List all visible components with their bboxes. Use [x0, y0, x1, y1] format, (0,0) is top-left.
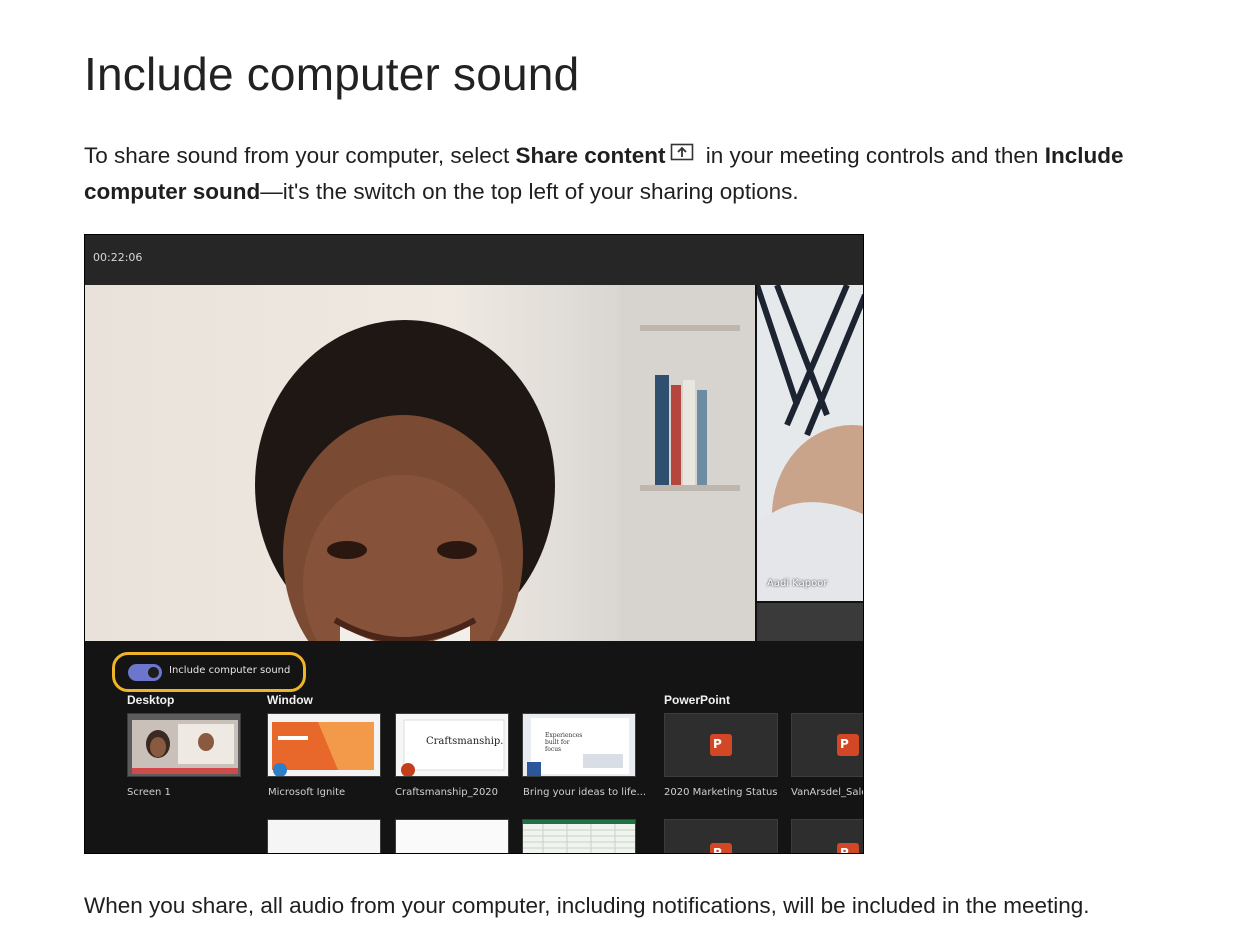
- word-doc-heading: Experiences built for focus: [545, 732, 583, 753]
- window-tile-caption-ignite: Microsoft Ignite: [268, 787, 346, 798]
- window-tile-ignite[interactable]: [267, 713, 381, 777]
- main-video-feed: [85, 285, 755, 641]
- side-video-feed: Aadi Kapoor: [757, 285, 863, 601]
- intro-paragraph: To share sound from your computer, selec…: [84, 138, 1224, 210]
- include-computer-sound-switch[interactable]: [128, 664, 162, 681]
- share-content-label: Share content: [515, 143, 666, 168]
- intro-text-2: in your meeting controls and then: [699, 143, 1045, 168]
- powerpoint-icon: P: [837, 734, 859, 756]
- outro-paragraph: When you share, all audio from your comp…: [84, 893, 1090, 918]
- switch-knob: [148, 667, 159, 678]
- window-tile-caption-word: Bring your ideas to life...: [523, 787, 645, 798]
- participant-video: [255, 285, 755, 641]
- include-computer-sound-highlight: Include computer sound: [112, 652, 306, 692]
- side-participant-name: Aadi Kapoor: [767, 578, 828, 589]
- teams-meeting-screenshot: 00:22:06 Aadi Kapoor Include computer so…: [84, 234, 864, 854]
- share-content-icon: [670, 143, 693, 161]
- intro-text-3: —it's the switch on the top left of your…: [260, 179, 799, 204]
- powerpoint-icon: P: [710, 734, 732, 756]
- window-section-label: Window: [267, 693, 313, 707]
- powerpoint-section-label: PowerPoint: [664, 693, 731, 707]
- powerpoint-icon: P: [837, 843, 859, 853]
- intro-text-1: To share sound from your computer, selec…: [84, 143, 516, 168]
- page-title: Include computer sound: [84, 48, 580, 100]
- window-tile-craftsmanship[interactable]: Craftsmanship.: [395, 713, 509, 777]
- empty-video-slot: [757, 603, 863, 641]
- share-tray: Include computer sound Desktop Window Po…: [85, 641, 863, 853]
- meeting-timer: 00:22:06: [93, 251, 143, 264]
- include-computer-sound-label: Include computer sound: [169, 665, 291, 676]
- ignite-thumbnail: [268, 714, 380, 776]
- article: Include computer sound To share sound fr…: [0, 0, 1258, 942]
- meeting-top-bar: 00:22:06: [85, 235, 863, 285]
- powerpoint-tile-marketing[interactable]: P: [664, 713, 778, 777]
- spreadsheet-thumbnail: [523, 820, 635, 853]
- desktop-screen-tile[interactable]: [127, 713, 241, 777]
- screen-thumbnail: [128, 714, 240, 776]
- window-tile-caption-craftsmanship: Craftsmanship_2020: [395, 787, 499, 798]
- window-tile-row2-c[interactable]: [522, 819, 636, 853]
- window-tile-row2-b[interactable]: [395, 819, 509, 853]
- side-participant-video: [757, 285, 863, 601]
- desktop-section-label: Desktop: [127, 693, 175, 707]
- powerpoint-tile-caption-marketing: 2020 Marketing Status: [664, 787, 778, 798]
- craftsmanship-slide-title: Craftsmanship.: [426, 736, 504, 747]
- powerpoint-icon: P: [710, 843, 732, 853]
- powerpoint-tile-sales[interactable]: P: [791, 713, 863, 777]
- powerpoint-tile-row2-b[interactable]: P: [791, 819, 863, 853]
- window-tile-row2-a[interactable]: [267, 819, 381, 853]
- powerpoint-tile-row2-a[interactable]: P: [664, 819, 778, 853]
- powerpoint-tile-caption-sales: VanArsdel_Sales: [791, 787, 863, 798]
- desktop-tile-caption: Screen 1: [127, 787, 171, 798]
- window-tile-word[interactable]: Experiences built for focus: [522, 713, 636, 777]
